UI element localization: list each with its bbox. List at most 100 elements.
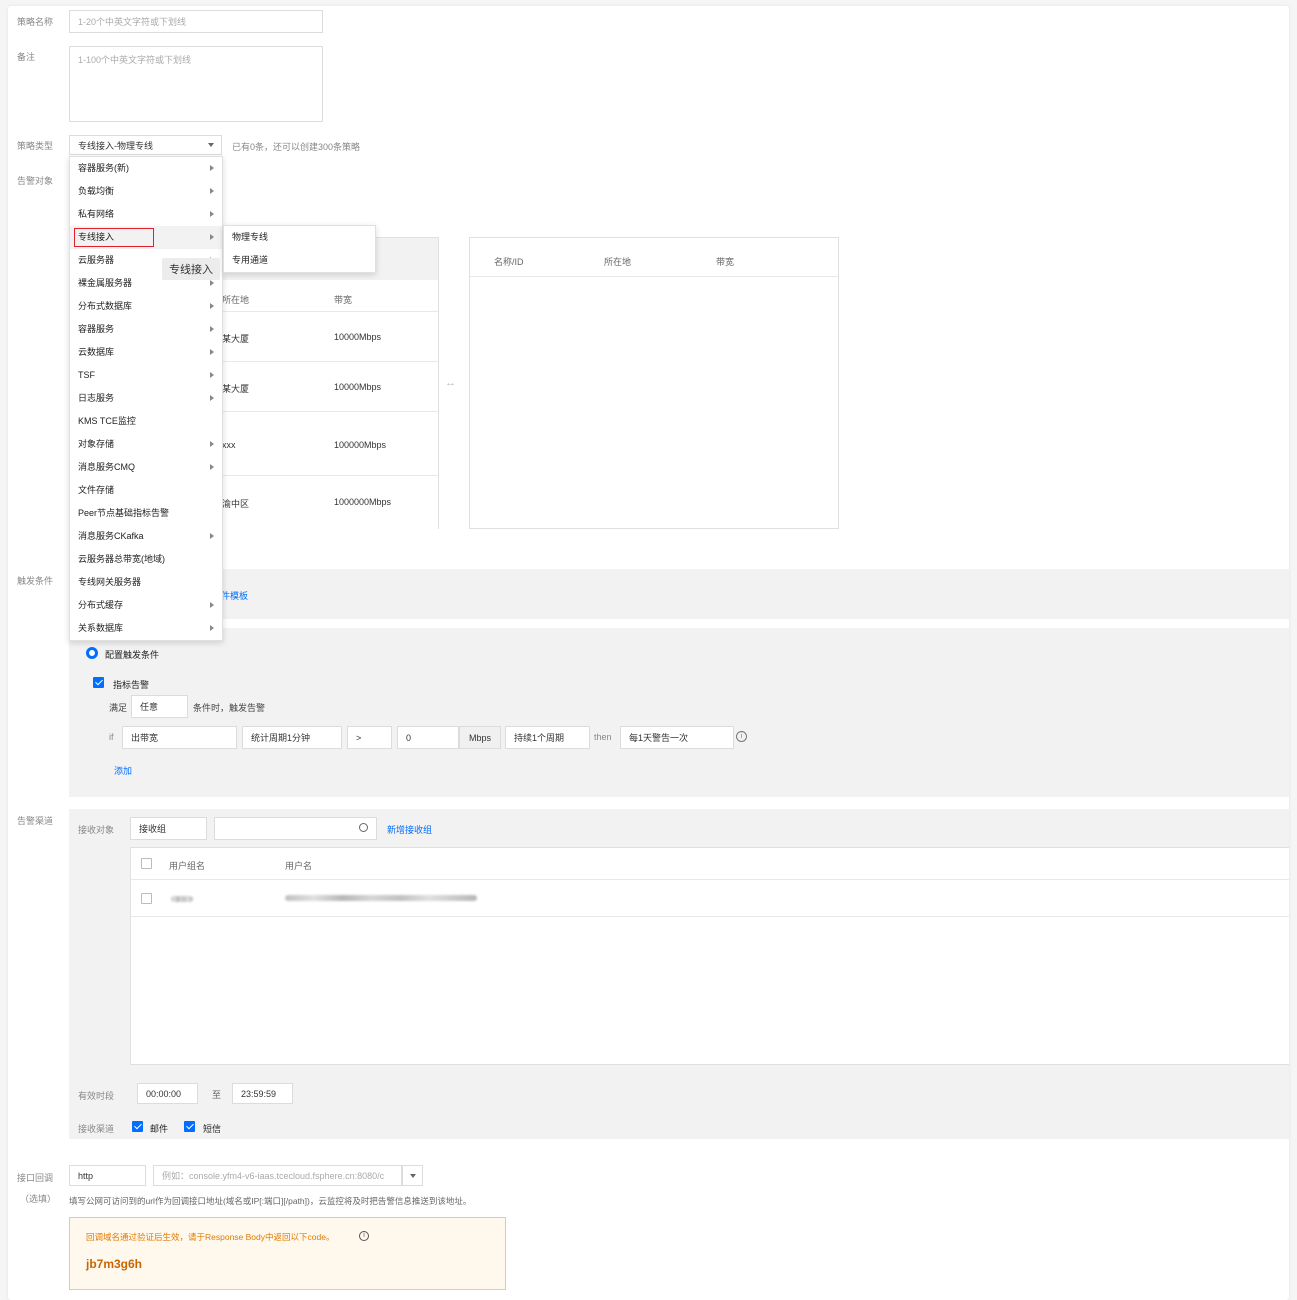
- valid-period-label: 有效时段: [78, 1091, 115, 1101]
- menu-item-label: 负载均衡: [78, 186, 115, 196]
- menu-item[interactable]: 分布式数据库: [70, 295, 222, 318]
- menu-item[interactable]: 私有网络: [70, 203, 222, 226]
- menu-item[interactable]: 容器服务: [70, 318, 222, 341]
- menu-item-label: 消息服务CKafka: [78, 531, 144, 541]
- callback-code-notice: 回调域名通过验证后生效，请于Response Body中返回以下code。 i …: [69, 1217, 506, 1290]
- metric-select[interactable]: 出带宽: [122, 726, 237, 749]
- table-cell: 10000Mbps: [334, 332, 382, 342]
- menu-item-label: 对象存储: [78, 439, 115, 449]
- duration-select[interactable]: 持续1个周期: [505, 726, 590, 749]
- metric-alarm-checkbox[interactable]: [93, 677, 104, 688]
- time-to-input[interactable]: 23:59:59: [232, 1083, 293, 1104]
- menu-item-label: Peer节点基础指标告警: [78, 508, 170, 518]
- chevron-right-icon: [210, 303, 214, 309]
- menu-item[interactable]: 容器服务(新): [70, 157, 222, 180]
- condition-match-select[interactable]: 任意: [131, 695, 188, 718]
- menu-item[interactable]: 对象存储: [70, 433, 222, 456]
- menu-item[interactable]: KMS TCE监控: [70, 410, 222, 433]
- submenu-item-dedicated-tunnel[interactable]: 专用通道: [224, 249, 375, 272]
- chevron-right-icon: [210, 211, 214, 217]
- policy-type-label: 策略类型: [17, 141, 54, 151]
- menu-item-label: 容器服务(新): [78, 163, 129, 173]
- chevron-right-icon: [210, 441, 214, 447]
- configure-trigger-radio[interactable]: [86, 647, 98, 659]
- frequency-select[interactable]: 每1天警告一次: [620, 726, 734, 749]
- chevron-down-icon: [208, 143, 214, 147]
- chevron-right-icon: [210, 533, 214, 539]
- receiver-search-input[interactable]: [214, 817, 377, 840]
- select-all-checkbox[interactable]: [141, 858, 152, 869]
- table-cell: 某大厦: [222, 384, 250, 394]
- menu-item[interactable]: 专线接入: [70, 226, 222, 249]
- trigger-template-link[interactable]: 件模板: [221, 589, 248, 602]
- menu-item[interactable]: 日志服务: [70, 387, 222, 410]
- alarm-object-label: 告警对象: [17, 176, 54, 186]
- callback-optional-label: （选填）: [20, 1194, 57, 1204]
- receiver-label: 接收对象: [78, 825, 115, 835]
- chevron-right-icon: [210, 165, 214, 171]
- selected-instance-table: 名称/ID 所在地 带宽: [469, 237, 839, 529]
- policy-type-select[interactable]: 专线接入-物理专线: [69, 135, 222, 155]
- info-icon[interactable]: i: [359, 1231, 369, 1241]
- callback-protocol-select[interactable]: http: [69, 1165, 146, 1186]
- chevron-right-icon: [210, 625, 214, 631]
- callback-url-input[interactable]: 例如：console.yfm4-v6-iaas.tcecloud.fsphere…: [153, 1165, 402, 1186]
- policy-type-menu: 容器服务(新) 负载均衡 私有网络 专线接入 云服务器 裸金属服务器 分布式数据库 容器服务云…: [69, 156, 223, 641]
- menu-item[interactable]: 云服务器总带宽(地域): [70, 548, 222, 571]
- table-cell: 100000Mbps: [334, 440, 387, 450]
- table-cell: 渝中区: [222, 499, 250, 509]
- menu-item[interactable]: 关系数据库: [70, 617, 222, 640]
- policy-type-submenu: 物理专线 专用通道: [223, 225, 376, 273]
- metric-alarm-label: 指标告警: [113, 680, 150, 690]
- operator-select[interactable]: >: [347, 726, 392, 749]
- table-cell: 1000000Mbps: [334, 497, 392, 507]
- trigger-template-panel: 件模板: [69, 569, 1289, 619]
- menu-item[interactable]: 分布式缓存: [70, 594, 222, 617]
- menu-item[interactable]: 负载均衡: [70, 180, 222, 203]
- chevron-right-icon: [210, 395, 214, 401]
- column-header-group-name: 用户组名: [169, 861, 206, 871]
- row-checkbox[interactable]: [141, 893, 152, 904]
- chevron-down-icon: [410, 1174, 416, 1178]
- policy-name-input[interactable]: 1-20个中英文字符或下划线: [69, 10, 323, 33]
- sms-checkbox[interactable]: [184, 1121, 195, 1132]
- column-header-location: 所在地: [222, 295, 250, 305]
- menu-item[interactable]: 云数据库: [70, 341, 222, 364]
- receiver-type-select[interactable]: 接收组: [130, 817, 207, 840]
- if-label: if: [109, 732, 114, 742]
- new-group-link[interactable]: 新增接收组: [387, 823, 432, 836]
- menu-item[interactable]: TSF: [70, 364, 222, 387]
- callback-dropdown-button[interactable]: [402, 1165, 423, 1186]
- menu-item[interactable]: 消息服务CMQ: [70, 456, 222, 479]
- chevron-right-icon: [210, 326, 214, 332]
- menu-item[interactable]: 文件存储: [70, 479, 222, 502]
- threshold-input[interactable]: 0: [397, 726, 459, 749]
- menu-item[interactable]: 专线网关服务器: [70, 571, 222, 594]
- chevron-right-icon: [210, 188, 214, 194]
- info-icon[interactable]: i: [736, 731, 747, 742]
- menu-item-label: 容器服务: [78, 324, 115, 334]
- to-label: 至: [212, 1090, 222, 1100]
- policy-type-hint: 已有0条，还可以创建300条策略: [232, 142, 361, 152]
- time-from-input[interactable]: 00:00:00: [137, 1083, 198, 1104]
- search-icon: [359, 823, 368, 832]
- receive-channel-label: 接收渠道: [78, 1124, 115, 1134]
- chevron-right-icon: [210, 602, 214, 608]
- menu-item-label: 文件存储: [78, 485, 115, 495]
- chevron-right-icon: [210, 372, 214, 378]
- email-checkbox[interactable]: [132, 1121, 143, 1132]
- menu-item-label: 日志服务: [78, 393, 115, 403]
- column-header-user-name: 用户名: [285, 861, 313, 871]
- chevron-right-icon: [210, 280, 214, 286]
- column-header-bandwidth: 带宽: [334, 295, 353, 305]
- remark-label: 备注: [17, 52, 36, 62]
- unit-label: Mbps: [459, 726, 501, 749]
- remark-textarea[interactable]: 1-100个中英文字符或下划线: [69, 46, 323, 122]
- blurred-group-name: [171, 896, 193, 902]
- menu-item[interactable]: 消息服务CKafka: [70, 525, 222, 548]
- add-condition-link[interactable]: 添加: [114, 764, 132, 777]
- menu-item[interactable]: Peer节点基础指标告警: [70, 502, 222, 525]
- column-header-bandwidth: 带宽: [716, 257, 735, 267]
- submenu-item-physical-line[interactable]: 物理专线: [224, 226, 375, 249]
- period-select[interactable]: 统计周期1分钟: [242, 726, 342, 749]
